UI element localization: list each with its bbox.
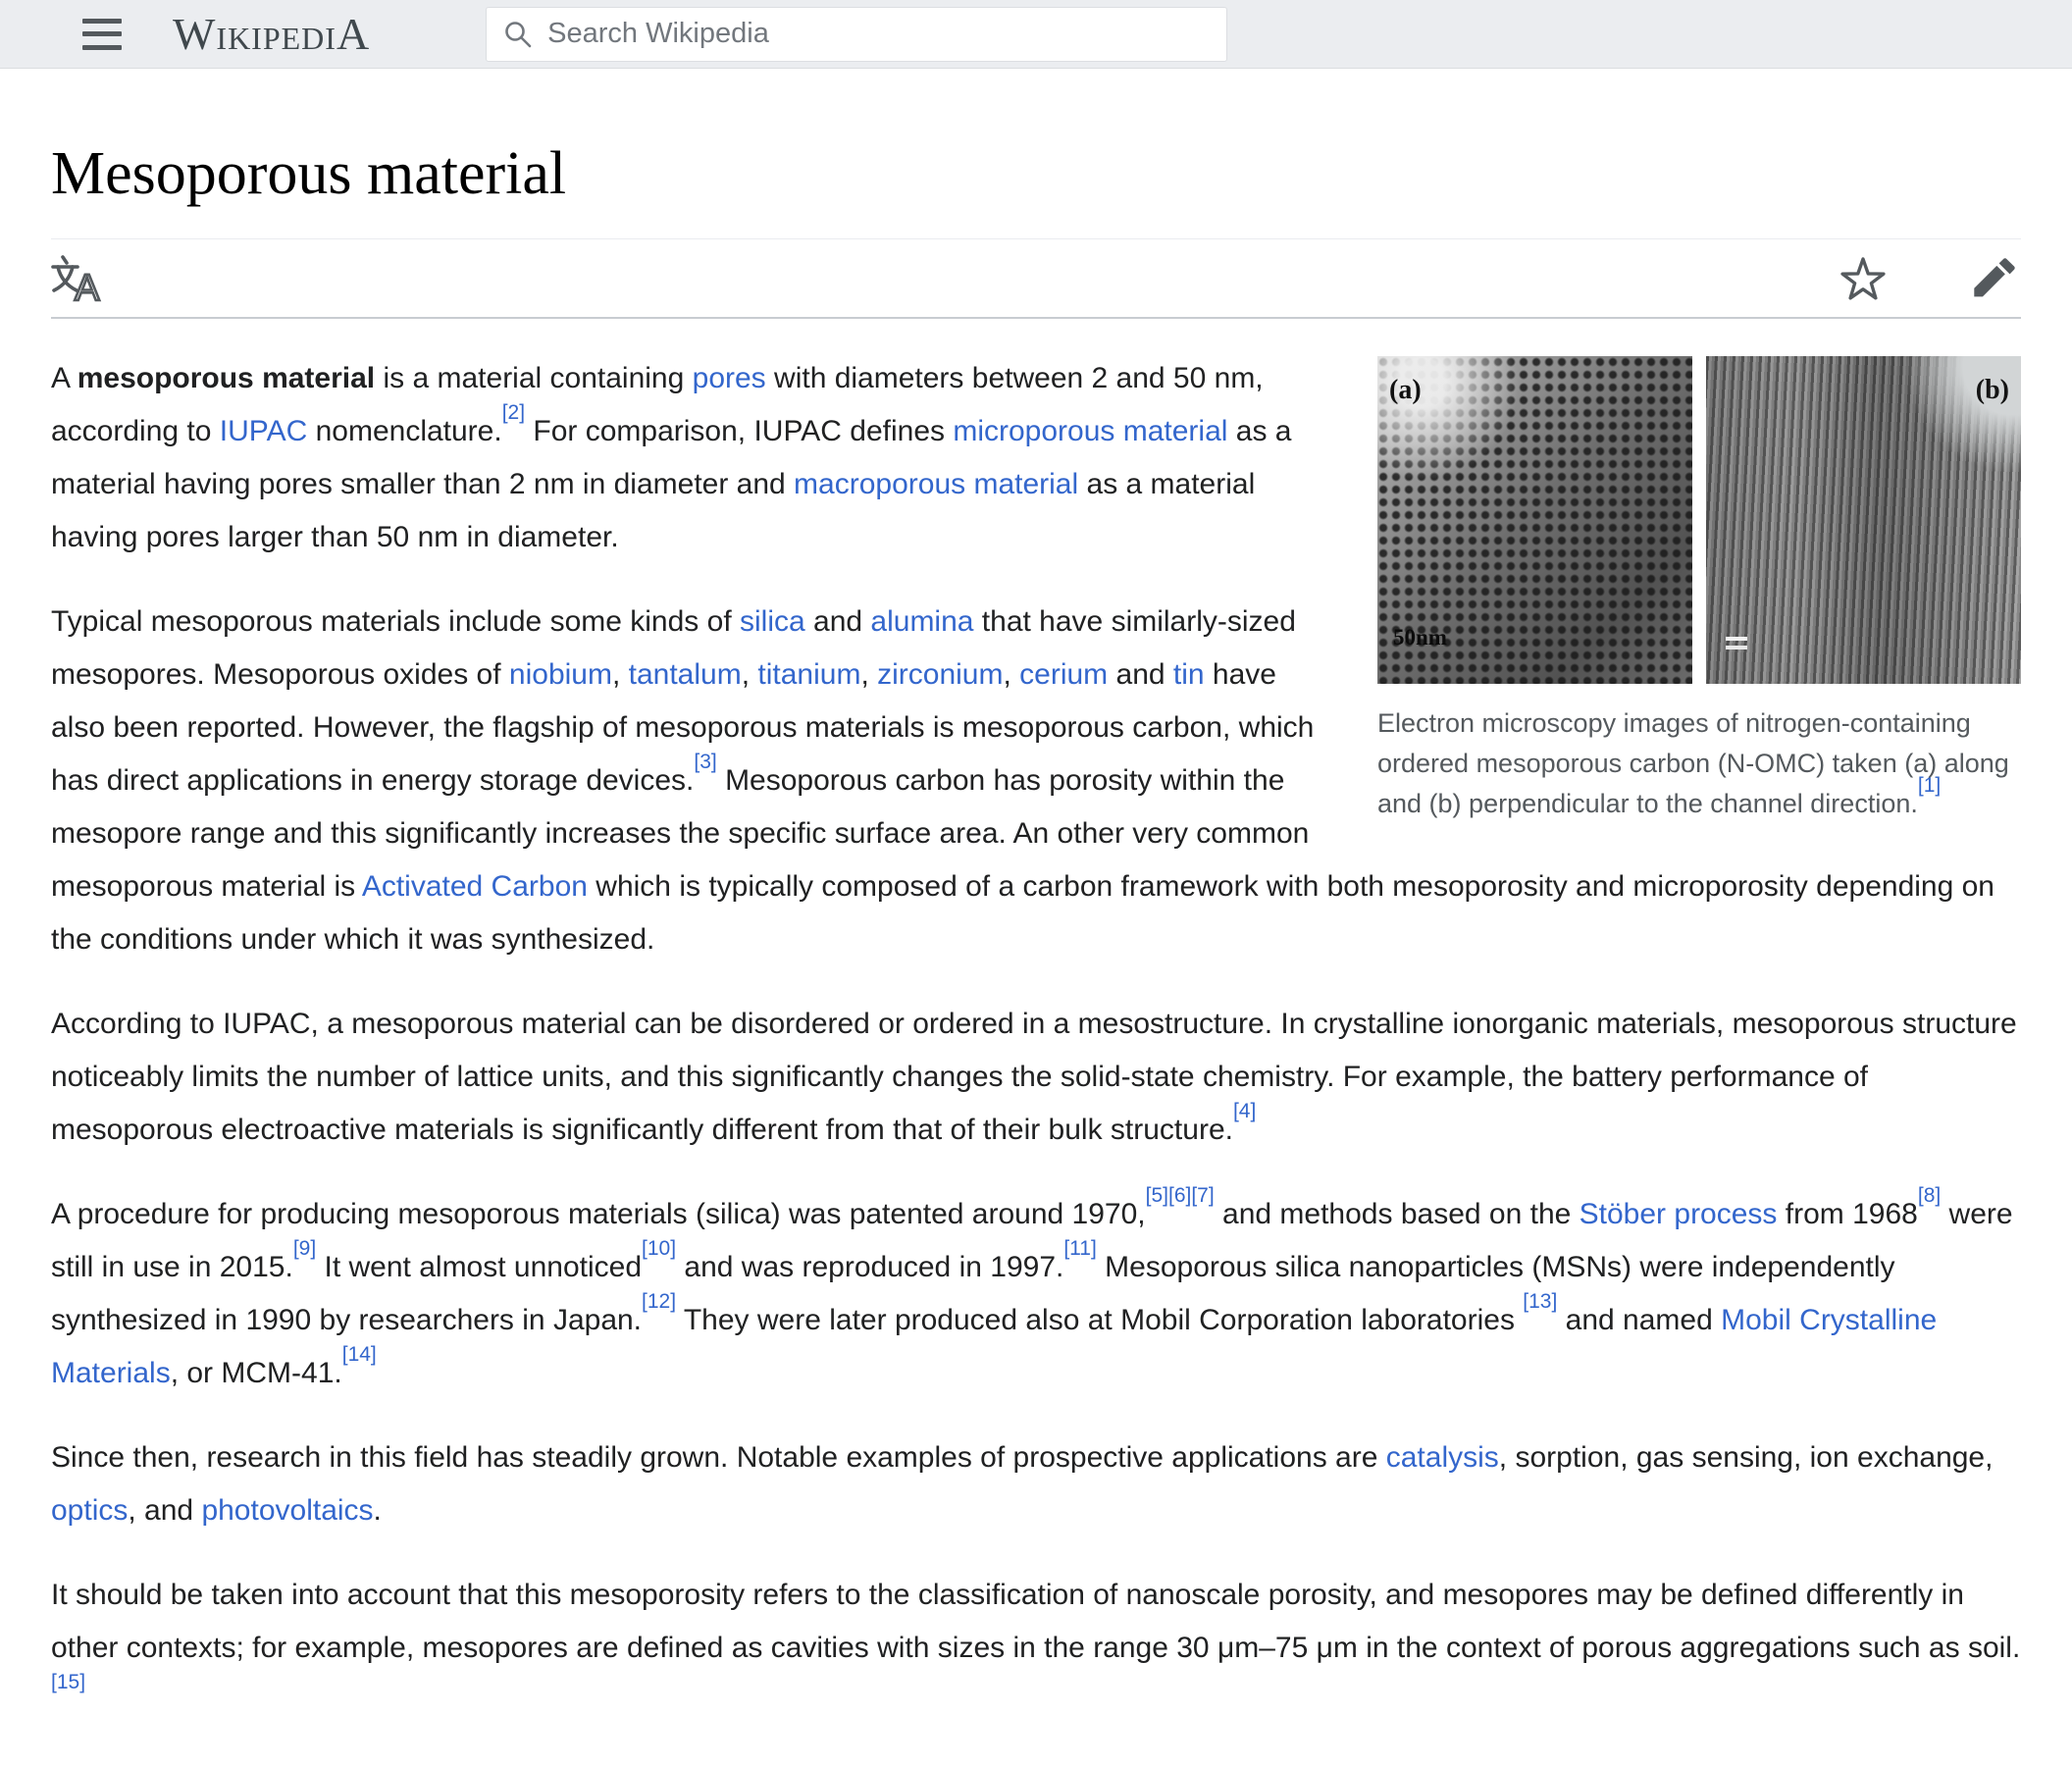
wiki-link[interactable]: silica [740, 605, 805, 638]
em-image-b: (b) [1706, 356, 2021, 685]
scale-bar-label: 50nm [1393, 625, 1447, 650]
reference-marker: [4] [1233, 1100, 1256, 1122]
reference-link[interactable]: [4] [1233, 1100, 1256, 1122]
paragraph: A procedure for producing mesoporous mat… [51, 1184, 2013, 1390]
wiki-link[interactable]: Stöber process [1580, 1198, 1778, 1230]
scale-bar: 50nm [1393, 611, 1447, 668]
reference-link[interactable]: [10] [642, 1237, 676, 1260]
reference-marker: [7] [1191, 1184, 1214, 1207]
reference-link[interactable]: [11] [1063, 1237, 1096, 1260]
article-body: (a) 50nm (b) Electron microscopy images … [51, 352, 2021, 1759]
wiki-link[interactable]: catalysis [1386, 1441, 1499, 1474]
reference-marker: [5] [1146, 1184, 1168, 1207]
figure-label-a: (a) [1389, 375, 1422, 406]
reference-link[interactable]: [14] [342, 1343, 377, 1366]
wikipedia-wordmark: WikipediA [173, 8, 371, 59]
star-icon[interactable] [1839, 255, 1888, 302]
reference-link[interactable]: [9] [293, 1237, 316, 1260]
reference-marker: [14] [342, 1343, 377, 1366]
reference-marker: [12] [642, 1290, 676, 1313]
reference-marker: [15] [51, 1671, 85, 1693]
wiki-link[interactable]: cerium [1019, 658, 1108, 691]
em-image-a: (a) 50nm [1377, 356, 1692, 685]
reference-link[interactable]: [6] [1168, 1184, 1191, 1207]
svg-text:A: A [75, 268, 100, 303]
wiki-link[interactable]: microporous material [953, 415, 1227, 447]
reference-link[interactable]: [3] [694, 751, 716, 773]
wiki-link[interactable]: IUPAC [220, 415, 307, 447]
reference-link[interactable]: [13] [1523, 1290, 1557, 1313]
paragraph: Since then, research in this field has s… [51, 1441, 1994, 1528]
wiki-link[interactable]: Mobil Crystalline Materials [51, 1304, 1937, 1389]
wiki-link[interactable]: pores [693, 362, 766, 394]
article-actions-bar: A [51, 238, 2021, 320]
wiki-link[interactable]: niobium [509, 658, 612, 691]
figure-caption: Electron microscopy images of nitrogen-c… [1377, 708, 2009, 819]
hamburger-menu-icon[interactable] [82, 18, 122, 50]
reference-marker: [1] [1918, 774, 1941, 797]
reference-marker: [3] [694, 751, 716, 773]
reference-link[interactable]: [5] [1146, 1184, 1168, 1207]
reference-link[interactable]: [7] [1191, 1184, 1214, 1207]
wiki-link[interactable]: tin [1173, 658, 1205, 691]
reference-marker: [9] [293, 1237, 316, 1260]
reference-marker: [2] [502, 401, 525, 424]
article-figure[interactable]: (a) 50nm (b) Electron microscopy images … [1377, 356, 2021, 824]
bold-term: mesoporous material [77, 362, 376, 395]
pencil-icon[interactable] [1972, 256, 2017, 301]
reference-link[interactable]: [12] [642, 1290, 676, 1313]
electron-microscopy-image: (a) 50nm (b) [1377, 356, 2021, 685]
wiki-link[interactable]: zirconium [877, 658, 1003, 691]
reference-marker: [6] [1168, 1184, 1191, 1207]
reference-marker: [11] [1063, 1237, 1096, 1260]
language-icon[interactable]: A [51, 254, 102, 303]
figure-label-b: (b) [1975, 375, 2009, 406]
wiki-link[interactable]: tantalum [629, 658, 742, 691]
reference-link[interactable]: [15] [51, 1671, 85, 1693]
wiki-link[interactable]: optics [51, 1494, 128, 1527]
wiki-link[interactable]: alumina [870, 605, 973, 638]
reference-link[interactable]: [8] [1918, 1184, 1941, 1207]
paragraph: According to IUPAC, a mesoporous materia… [51, 1008, 2017, 1147]
wiki-link[interactable]: titanium [757, 658, 860, 691]
reference-link[interactable]: [2] [502, 401, 525, 424]
reference-marker: [8] [1918, 1184, 1941, 1207]
page-title: Mesoporous material [51, 140, 567, 207]
reference-marker: [10] [642, 1237, 676, 1260]
search-icon [505, 21, 532, 47]
search-input[interactable] [547, 18, 1212, 50]
paragraph: It should be taken into account that thi… [51, 1579, 2021, 1694]
search-box[interactable] [486, 6, 1228, 62]
reference-marker: [13] [1523, 1290, 1557, 1313]
site-header: WikipediA [0, 0, 2072, 69]
reference-link[interactable]: [1] [1918, 774, 1941, 797]
wiki-link[interactable]: macroporous material [794, 468, 1078, 500]
wiki-link[interactable]: Activated Carbon [362, 870, 588, 903]
article-page: Mesoporous material A (a) 50nm (b) Elect… [0, 69, 2072, 1760]
scale-tick [1726, 637, 1747, 642]
wiki-link[interactable]: photovoltaics [201, 1494, 373, 1527]
